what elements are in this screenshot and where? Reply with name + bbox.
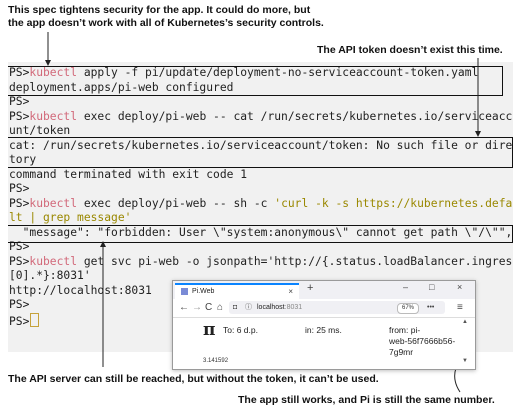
- minimize-button[interactable]: –: [403, 282, 408, 292]
- arrow-bottom-left-head: [100, 241, 106, 247]
- maximize-button[interactable]: □: [429, 282, 434, 292]
- url-bar[interactable]: ◘ ⓘ localhost:8031 67% •••: [229, 301, 445, 314]
- from-label: from: pi-: [389, 325, 421, 335]
- reload-icon[interactable]: C: [205, 301, 212, 314]
- url-text[interactable]: localhost:8031: [257, 301, 302, 314]
- arrow-top-right-head: [475, 131, 481, 137]
- tab-title: Pi.Web: [192, 288, 215, 295]
- scroll-down-icon[interactable]: ▼: [462, 358, 468, 364]
- arrow-top-left-head: [45, 60, 51, 66]
- info-icon[interactable]: ⓘ: [245, 301, 252, 314]
- url-host: localhost: [257, 304, 285, 311]
- decimal-places-text: To: 6 d.p.: [223, 325, 258, 335]
- scroll-up-icon[interactable]: ▲: [462, 319, 468, 325]
- arrow-bottom-right: [454, 367, 461, 393]
- close-window-button[interactable]: ×: [457, 282, 462, 292]
- page-actions-icon[interactable]: •••: [427, 301, 434, 314]
- pi-symbol: π: [203, 320, 216, 340]
- browser-nav-bar: ← → C ⌂ ◘ ⓘ localhost:8031 67% ••• ≡: [173, 299, 475, 318]
- browser-tab-bar: Pi.Web × + – □ ×: [173, 281, 475, 299]
- url-port: :8031: [284, 304, 303, 311]
- from-host-text: web-56f7666b56-7g9mr: [389, 336, 456, 357]
- hamburger-menu-icon[interactable]: ≡: [457, 301, 463, 314]
- page-content: ▲ π To: 6 d.p. in: 25 ms. from: pi- web-…: [173, 318, 475, 369]
- favicon-icon: [181, 288, 188, 295]
- browser-window[interactable]: Pi.Web × + – □ × ← → C ⌂ ◘ ⓘ localhost:8…: [172, 280, 476, 370]
- tab-close-icon[interactable]: ×: [288, 285, 293, 298]
- home-icon[interactable]: ⌂: [217, 301, 223, 314]
- shield-icon[interactable]: ◘: [233, 301, 237, 314]
- new-tab-button[interactable]: +: [307, 282, 313, 294]
- zoom-level-badge[interactable]: 67%: [397, 303, 420, 314]
- browser-tab[interactable]: Pi.Web ×: [175, 283, 299, 299]
- back-icon[interactable]: ←: [179, 301, 189, 314]
- duration-text: in: 25 ms.: [305, 325, 342, 335]
- forward-icon[interactable]: →: [192, 301, 202, 314]
- pi-value: 3.141592: [203, 358, 229, 364]
